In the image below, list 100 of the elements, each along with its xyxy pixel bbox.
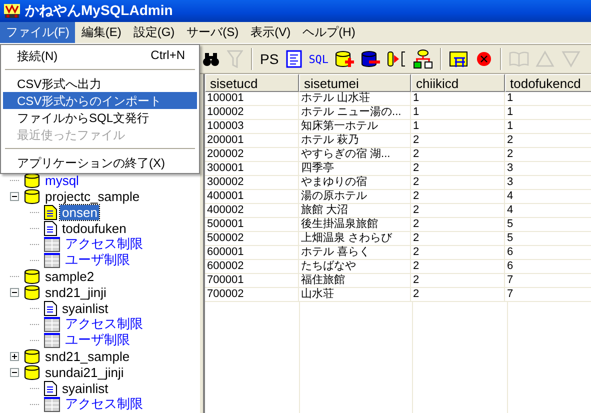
binoculars-icon (202, 51, 220, 67)
tree-item[interactable]: mysql (43, 172, 81, 188)
tree-item[interactable]: アクセス制限 (63, 395, 145, 413)
tree-item[interactable]: ユーザ制限 (63, 331, 132, 349)
table-cell: 4 (505, 190, 591, 203)
tree-item[interactable]: syainlist (60, 380, 110, 396)
arrow-icon (386, 50, 407, 68)
toolbar-button[interactable]: PS (258, 47, 281, 71)
tree-item[interactable]: todoufuken (60, 220, 128, 236)
column-header[interactable]: chiikicd (411, 74, 505, 92)
window-title: かねやんMySQLAdmin (25, 2, 173, 20)
document-icon (44, 204, 57, 220)
menu-item[interactable]: ヘルプ(H) (296, 22, 362, 43)
table-cell: 1 (505, 120, 591, 133)
menu-item[interactable]: CSV形式からのインポート (3, 92, 197, 109)
document-icon (44, 300, 57, 316)
menu-item[interactable]: 接続(N) Ctrl+N (3, 47, 197, 64)
tree-item[interactable]: syainlist (60, 300, 110, 316)
collapse-toggle[interactable] (10, 192, 19, 200)
hierarchy-icon (412, 49, 433, 69)
filter-icon (227, 50, 243, 68)
tree-item[interactable]: アクセス制限 (63, 315, 145, 333)
stop-icon (476, 51, 492, 67)
table-cell: 2 (411, 190, 505, 203)
table-cell: ホテル ニュー湯の... (299, 106, 411, 119)
table-cell: 600001 (205, 246, 299, 259)
table-cell: 四季亭 (299, 162, 411, 175)
tree-item[interactable]: sample2 (43, 268, 96, 284)
tree-item[interactable]: ユーザ制限 (63, 251, 132, 269)
toolbar-button[interactable] (410, 47, 435, 71)
database-remove-icon (360, 50, 381, 68)
table-cell: 2 (411, 218, 505, 231)
table-cell: 1 (411, 92, 505, 105)
table-cell: ホテル 萩乃 (299, 134, 411, 147)
menu-item[interactable]: 設定(G) (127, 22, 181, 43)
collapse-toggle[interactable] (10, 288, 19, 296)
table-cell: 300002 (205, 176, 299, 189)
table-cell: 1 (505, 92, 591, 105)
menu-item[interactable]: サーバ(S) (180, 22, 245, 43)
table-cell: 7 (505, 288, 591, 301)
table-cell: 3 (505, 176, 591, 189)
column-header[interactable]: sisetumei (299, 74, 411, 92)
table-cell: 2 (411, 232, 505, 245)
menu-item[interactable]: ファイルからSQL文発行 (3, 109, 197, 126)
table-cell: 1 (411, 120, 505, 133)
table-cell: 知床第一ホテル (299, 120, 411, 133)
table-cell: 7 (505, 274, 591, 287)
database-icon (24, 364, 40, 380)
tree-item[interactable]: sundai21_jinji (43, 364, 126, 380)
table-cell: 300001 (205, 162, 299, 175)
tree-item[interactable]: snd21_jinji (43, 284, 108, 300)
toolbar-button[interactable]: SQL (306, 47, 331, 71)
tree-item[interactable]: projectc_sample (43, 188, 142, 204)
triangle-down-icon (560, 50, 581, 68)
tree-item[interactable]: snd21_sample (43, 348, 132, 364)
table-cell: 2 (411, 246, 505, 259)
grid-icon (44, 316, 60, 332)
table-cell: 400001 (205, 190, 299, 203)
database-icon (24, 172, 40, 188)
table-cell: 500002 (205, 232, 299, 245)
book-icon (508, 51, 529, 67)
menu-item[interactable]: 表示(V) (244, 22, 297, 43)
document-icon (44, 380, 57, 396)
table-cell: 5 (505, 218, 591, 231)
database-icon (24, 348, 40, 364)
table-cell: 100002 (205, 106, 299, 119)
tree-item[interactable]: onsen (60, 204, 100, 220)
table-cell: 100003 (205, 120, 299, 133)
menu-item[interactable]: ファイル(F) (0, 22, 76, 43)
table-cell: 2 (411, 148, 505, 161)
menu-item[interactable]: CSV形式へ出力 (3, 75, 197, 92)
table-cell: 4 (505, 204, 591, 217)
table-cell: 2 (411, 274, 505, 287)
menu-item[interactable]: アプリケーションの終了(X) (3, 154, 197, 171)
collapse-toggle[interactable] (10, 368, 19, 376)
table-cell: やまゆりの宿 (299, 176, 411, 189)
table-cell: 2 (505, 134, 591, 147)
table-cell: たちばなや (299, 260, 411, 273)
table-cell: 2 (411, 162, 505, 175)
database-icon (24, 188, 40, 204)
grid-icon (44, 332, 60, 348)
table-cell: 200001 (205, 134, 299, 147)
column-header[interactable]: todofukencd (505, 74, 591, 92)
table-cell: 100001 (205, 92, 299, 105)
table-cell: 後生掛温泉旅館 (299, 218, 411, 231)
tree-item[interactable]: アクセス制限 (63, 235, 145, 253)
table-cell: 700001 (205, 274, 299, 287)
table-cell: 700002 (205, 288, 299, 301)
database-icon (24, 268, 40, 284)
column-header[interactable]: sisetucd (205, 74, 299, 92)
table-cell: 2 (411, 260, 505, 273)
table-cell: 上畑温泉 さわらび (299, 232, 411, 245)
database-add-icon (334, 50, 355, 68)
table-cell: ホテル 喜らく (299, 246, 411, 259)
grid-icon (44, 252, 60, 268)
table-cell: やすらぎの宿 湖... (299, 148, 411, 161)
expand-toggle[interactable] (10, 352, 19, 360)
menu-item[interactable]: 編集(E) (75, 22, 128, 43)
app-logo-icon (3, 3, 21, 19)
table-cell: 2 (505, 148, 591, 161)
